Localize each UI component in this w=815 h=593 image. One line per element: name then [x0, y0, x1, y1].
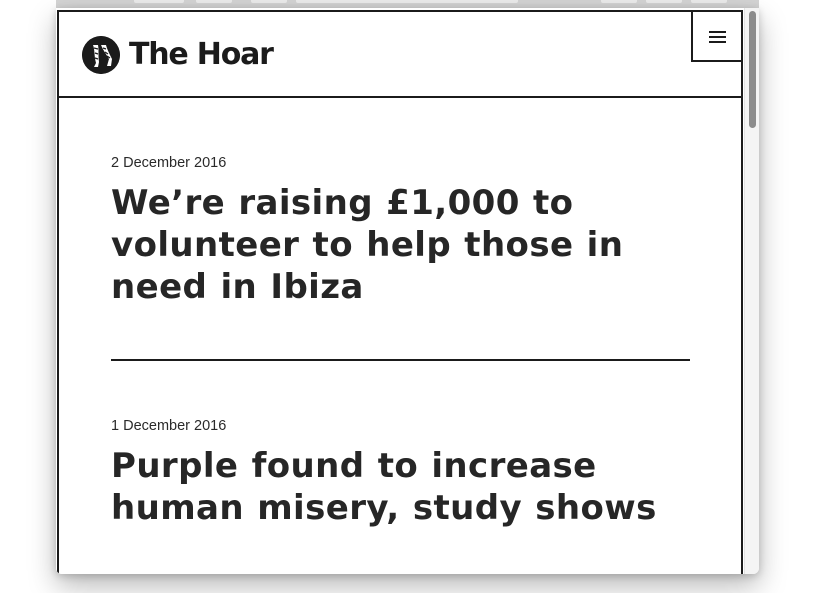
vertical-scrollbar[interactable] [744, 8, 759, 574]
scrollbar-thumb[interactable] [749, 11, 756, 128]
post-date: 2 December 2016 [111, 155, 227, 171]
toolbar-button[interactable] [646, 0, 682, 3]
browser-window: The Hoar 2 December 2016 We’re raising £… [56, 8, 759, 574]
post-item: 2 December 2016 We’re raising £1,000 to … [111, 154, 691, 308]
post-title-link[interactable]: Purple found to increase human misery, s… [111, 445, 691, 529]
toolbar-button[interactable] [601, 0, 637, 3]
page-frame: The Hoar 2 December 2016 We’re raising £… [57, 10, 743, 574]
post-date: 1 December 2016 [111, 418, 227, 434]
post-item: 1 December 2016 Purple found to increase… [111, 417, 691, 529]
toolbar-button[interactable] [196, 0, 232, 3]
page-viewport: The Hoar 2 December 2016 We’re raising £… [56, 8, 744, 574]
toolbar-button[interactable] [134, 0, 184, 3]
menu-toggle-button[interactable] [691, 10, 743, 62]
post-divider [111, 359, 690, 361]
toolbar-button[interactable] [251, 0, 287, 3]
site-header: The Hoar [59, 10, 743, 98]
address-bar[interactable] [296, 0, 518, 3]
toolbar-button[interactable] [691, 0, 727, 3]
site-title[interactable]: The Hoar [129, 36, 274, 74]
legs-logo-icon[interactable] [82, 36, 120, 74]
post-title-link[interactable]: We’re raising £1,000 to volunteer to hel… [111, 182, 691, 308]
